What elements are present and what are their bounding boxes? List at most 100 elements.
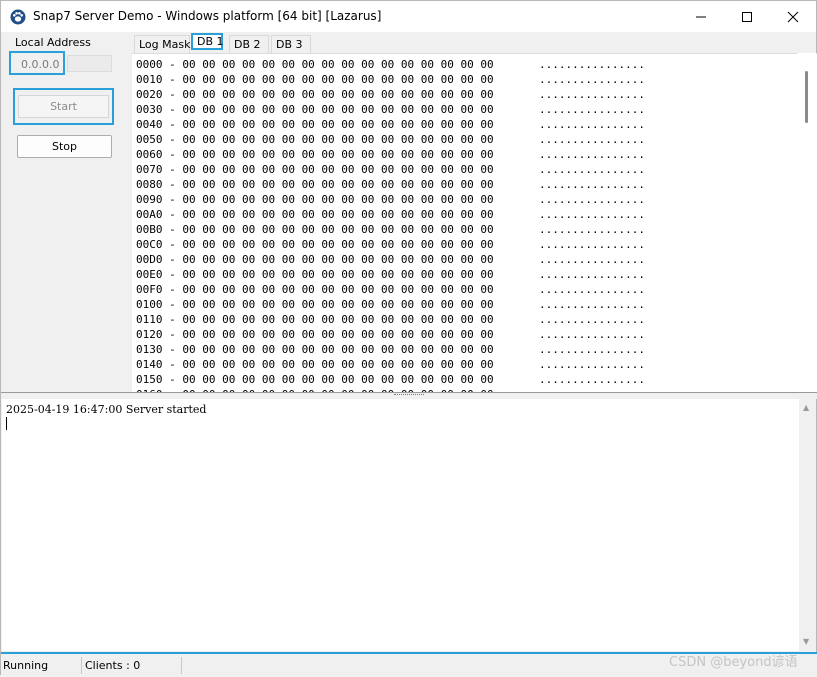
- hex-ascii: ................: [539, 358, 645, 371]
- minimize-icon: [696, 16, 706, 18]
- hex-ascii: ................: [539, 268, 645, 281]
- hex-bytes: 0030 - 00 00 00 00 00 00 00 00 00 00 00 …: [136, 103, 494, 116]
- local-address-field-extension: [67, 55, 112, 72]
- hex-row: 0140 - 00 00 00 00 00 00 00 00 00 00 00 …: [136, 357, 645, 372]
- hex-rows: 0000 - 00 00 00 00 00 00 00 00 00 00 00 …: [136, 57, 645, 393]
- tab-db-1[interactable]: DB 1: [191, 33, 224, 50]
- hex-bytes: 0020 - 00 00 00 00 00 00 00 00 00 00 00 …: [136, 88, 494, 101]
- status-divider: [181, 657, 182, 674]
- maximize-button[interactable]: [724, 1, 770, 32]
- panel-splitter[interactable]: [1, 392, 817, 399]
- window-title: Snap7 Server Demo - Windows platform [64…: [33, 9, 382, 23]
- hex-bytes: 0060 - 00 00 00 00 00 00 00 00 00 00 00 …: [136, 148, 494, 161]
- hex-row: 00C0 - 00 00 00 00 00 00 00 00 00 00 00 …: [136, 237, 645, 252]
- hex-ascii: ................: [539, 148, 645, 161]
- hex-bytes: 0100 - 00 00 00 00 00 00 00 00 00 00 00 …: [136, 298, 494, 311]
- hex-ascii: ................: [539, 133, 645, 146]
- hex-row: 0120 - 00 00 00 00 00 00 00 00 00 00 00 …: [136, 327, 645, 342]
- hex-row: 0020 - 00 00 00 00 00 00 00 00 00 00 00 …: [136, 87, 645, 102]
- hex-bytes: 00B0 - 00 00 00 00 00 00 00 00 00 00 00 …: [136, 223, 494, 236]
- tab-db-2[interactable]: DB 2: [229, 35, 269, 53]
- close-button[interactable]: [770, 1, 816, 32]
- scroll-down-arrow-icon[interactable]: ▼: [803, 637, 809, 646]
- hex-ascii: ................: [539, 298, 645, 311]
- app-window: Snap7 Server Demo - Windows platform [64…: [0, 0, 817, 677]
- local-address-field[interactable]: 0.0.0.0: [9, 51, 65, 75]
- hex-bytes: 00A0 - 00 00 00 00 00 00 00 00 00 00 00 …: [136, 208, 494, 221]
- close-icon: [787, 11, 799, 23]
- status-clients: Clients : 0: [85, 659, 141, 672]
- hex-row: 0110 - 00 00 00 00 00 00 00 00 00 00 00 …: [136, 312, 645, 327]
- hex-ascii: ................: [539, 178, 645, 191]
- hex-bytes: 0000 - 00 00 00 00 00 00 00 00 00 00 00 …: [136, 58, 494, 71]
- local-address-value: 0.0.0.0: [21, 58, 60, 71]
- hex-ascii: ................: [539, 88, 645, 101]
- status-divider: [81, 657, 82, 674]
- minimize-button[interactable]: [678, 1, 724, 32]
- hex-bytes: 0140 - 00 00 00 00 00 00 00 00 00 00 00 …: [136, 358, 494, 371]
- text-caret: [6, 417, 7, 430]
- status-state: Running: [3, 659, 49, 672]
- hex-row: 0000 - 00 00 00 00 00 00 00 00 00 00 00 …: [136, 57, 645, 72]
- local-address-label: Local Address: [15, 36, 91, 49]
- tab-db-3[interactable]: DB 3: [271, 35, 311, 53]
- hex-bytes: 0010 - 00 00 00 00 00 00 00 00 00 00 00 …: [136, 73, 494, 86]
- hex-ascii: ................: [539, 283, 645, 296]
- hex-bytes: 0050 - 00 00 00 00 00 00 00 00 00 00 00 …: [136, 133, 494, 146]
- hex-bytes: 0110 - 00 00 00 00 00 00 00 00 00 00 00 …: [136, 313, 494, 326]
- start-button-focus: Start: [13, 88, 114, 125]
- hex-ascii: ................: [539, 328, 645, 341]
- tab-log-mask[interactable]: Log Mask: [134, 35, 190, 53]
- hex-ascii: ................: [539, 73, 645, 86]
- scroll-up-arrow-icon[interactable]: ▲: [803, 403, 809, 412]
- hex-row: 0100 - 00 00 00 00 00 00 00 00 00 00 00 …: [136, 297, 645, 312]
- db-hex-view[interactable]: 0000 - 00 00 00 00 00 00 00 00 00 00 00 …: [132, 53, 817, 393]
- stop-button[interactable]: Stop: [17, 135, 112, 158]
- start-button[interactable]: Start: [18, 95, 109, 118]
- hex-bytes: 0080 - 00 00 00 00 00 00 00 00 00 00 00 …: [136, 178, 494, 191]
- hex-row: 00F0 - 00 00 00 00 00 00 00 00 00 00 00 …: [136, 282, 645, 297]
- hex-ascii: ................: [539, 343, 645, 356]
- log-line: 2025-04-19 16:47:00 Server started: [6, 403, 207, 416]
- hex-bytes: 00C0 - 00 00 00 00 00 00 00 00 00 00 00 …: [136, 238, 494, 251]
- title-bar[interactable]: Snap7 Server Demo - Windows platform [64…: [1, 1, 816, 32]
- hex-bytes: 00D0 - 00 00 00 00 00 00 00 00 00 00 00 …: [136, 253, 494, 266]
- watermark-text: CSDN @beyond谚语: [669, 655, 798, 670]
- hex-row: 0040 - 00 00 00 00 00 00 00 00 00 00 00 …: [136, 117, 645, 132]
- hex-ascii: ................: [539, 208, 645, 221]
- hex-bytes: 0090 - 00 00 00 00 00 00 00 00 00 00 00 …: [136, 193, 494, 206]
- hex-bytes: 00F0 - 00 00 00 00 00 00 00 00 00 00 00 …: [136, 283, 494, 296]
- hex-row: 0050 - 00 00 00 00 00 00 00 00 00 00 00 …: [136, 132, 645, 147]
- hex-bytes: 0130 - 00 00 00 00 00 00 00 00 00 00 00 …: [136, 343, 494, 356]
- hex-row: 00D0 - 00 00 00 00 00 00 00 00 00 00 00 …: [136, 252, 645, 267]
- hex-ascii: ................: [539, 118, 645, 131]
- hex-bytes: 0070 - 00 00 00 00 00 00 00 00 00 00 00 …: [136, 163, 494, 176]
- hex-bytes: 00E0 - 00 00 00 00 00 00 00 00 00 00 00 …: [136, 268, 494, 281]
- hex-row: 0030 - 00 00 00 00 00 00 00 00 00 00 00 …: [136, 102, 645, 117]
- hex-row: 0130 - 00 00 00 00 00 00 00 00 00 00 00 …: [136, 342, 645, 357]
- paw-icon: [10, 9, 26, 25]
- hex-ascii: ................: [539, 238, 645, 251]
- hex-row: 0070 - 00 00 00 00 00 00 00 00 00 00 00 …: [136, 162, 645, 177]
- hex-bytes: 0120 - 00 00 00 00 00 00 00 00 00 00 00 …: [136, 328, 494, 341]
- hex-row: 0010 - 00 00 00 00 00 00 00 00 00 00 00 …: [136, 72, 645, 87]
- hex-ascii: ................: [539, 193, 645, 206]
- hex-row: 0080 - 00 00 00 00 00 00 00 00 00 00 00 …: [136, 177, 645, 192]
- hex-ascii: ................: [539, 373, 645, 386]
- log-memo[interactable]: 2025-04-19 16:47:00 Server started: [2, 399, 799, 651]
- db-scrollbar-thumb[interactable]: [805, 71, 808, 123]
- hex-ascii: ................: [539, 313, 645, 326]
- hex-row: 0060 - 00 00 00 00 00 00 00 00 00 00 00 …: [136, 147, 645, 162]
- maximize-icon: [742, 12, 752, 22]
- log-scrollbar[interactable]: ▲ ▼: [799, 399, 816, 651]
- hex-bytes: 0150 - 00 00 00 00 00 00 00 00 00 00 00 …: [136, 373, 494, 386]
- hex-ascii: ................: [539, 163, 645, 176]
- hex-row: 00E0 - 00 00 00 00 00 00 00 00 00 00 00 …: [136, 267, 645, 282]
- hex-row: 0090 - 00 00 00 00 00 00 00 00 00 00 00 …: [136, 192, 645, 207]
- tab-strip: Log Mask DB 1 DB 2 DB 3: [132, 33, 817, 53]
- db-scrollbar[interactable]: [797, 53, 816, 392]
- hex-row: 00B0 - 00 00 00 00 00 00 00 00 00 00 00 …: [136, 222, 645, 237]
- hex-ascii: ................: [539, 58, 645, 71]
- splitter-grip[interactable]: [394, 394, 424, 397]
- hex-ascii: ................: [539, 103, 645, 116]
